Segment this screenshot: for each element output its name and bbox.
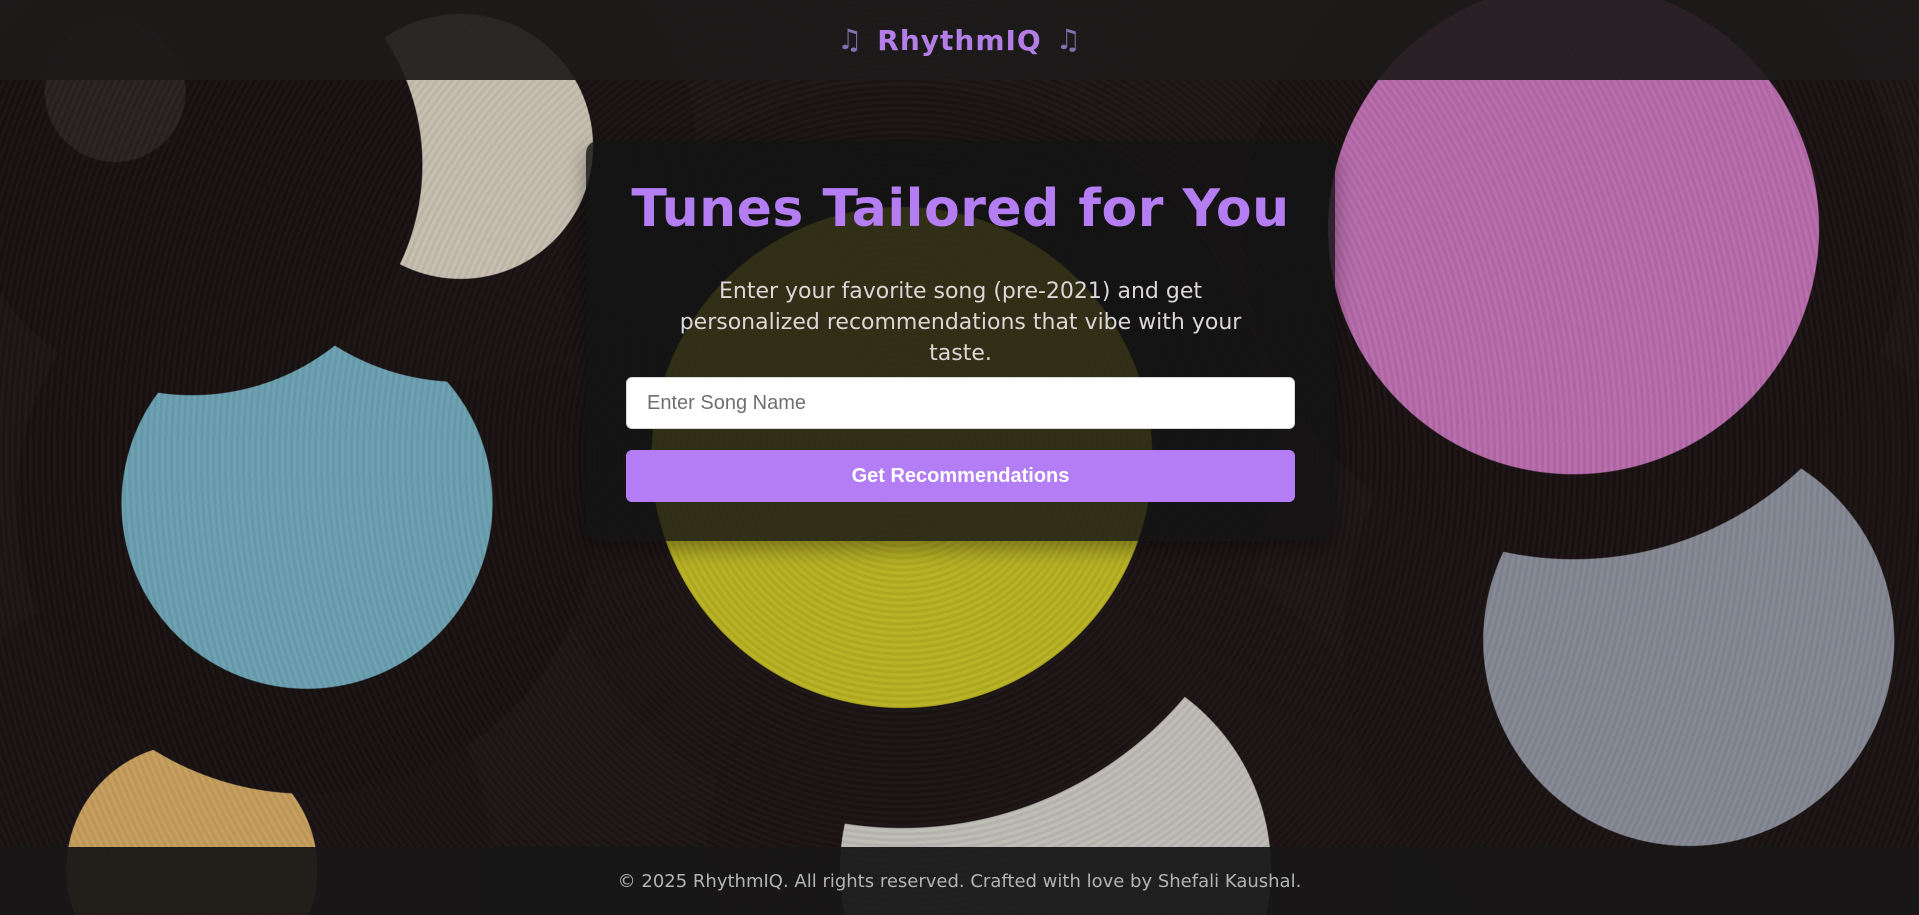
page-title: Tunes Tailored for You xyxy=(631,179,1290,239)
page-background: ♫ RhythmIQ ♫ Tunes Tailored for You Ente… xyxy=(0,0,1919,915)
footer-text: © 2025 RhythmIQ. All rights reserved. Cr… xyxy=(617,870,1302,892)
brand-name: RhythmIQ xyxy=(877,23,1042,57)
brand: ♫ RhythmIQ ♫ xyxy=(837,24,1082,57)
music-note-icon: ♫ xyxy=(1055,23,1082,56)
footer-bar: © 2025 RhythmIQ. All rights reserved. Cr… xyxy=(0,847,1919,915)
page-subtitle: Enter your favorite song (pre-2021) and … xyxy=(679,279,1242,366)
header-bar: ♫ RhythmIQ ♫ xyxy=(0,0,1919,80)
music-note-icon: ♫ xyxy=(837,23,864,56)
recommendation-card: Tunes Tailored for You Enter your favori… xyxy=(586,141,1335,541)
get-recommendations-button[interactable]: Get Recommendations xyxy=(626,450,1295,502)
song-name-input[interactable] xyxy=(626,377,1295,429)
